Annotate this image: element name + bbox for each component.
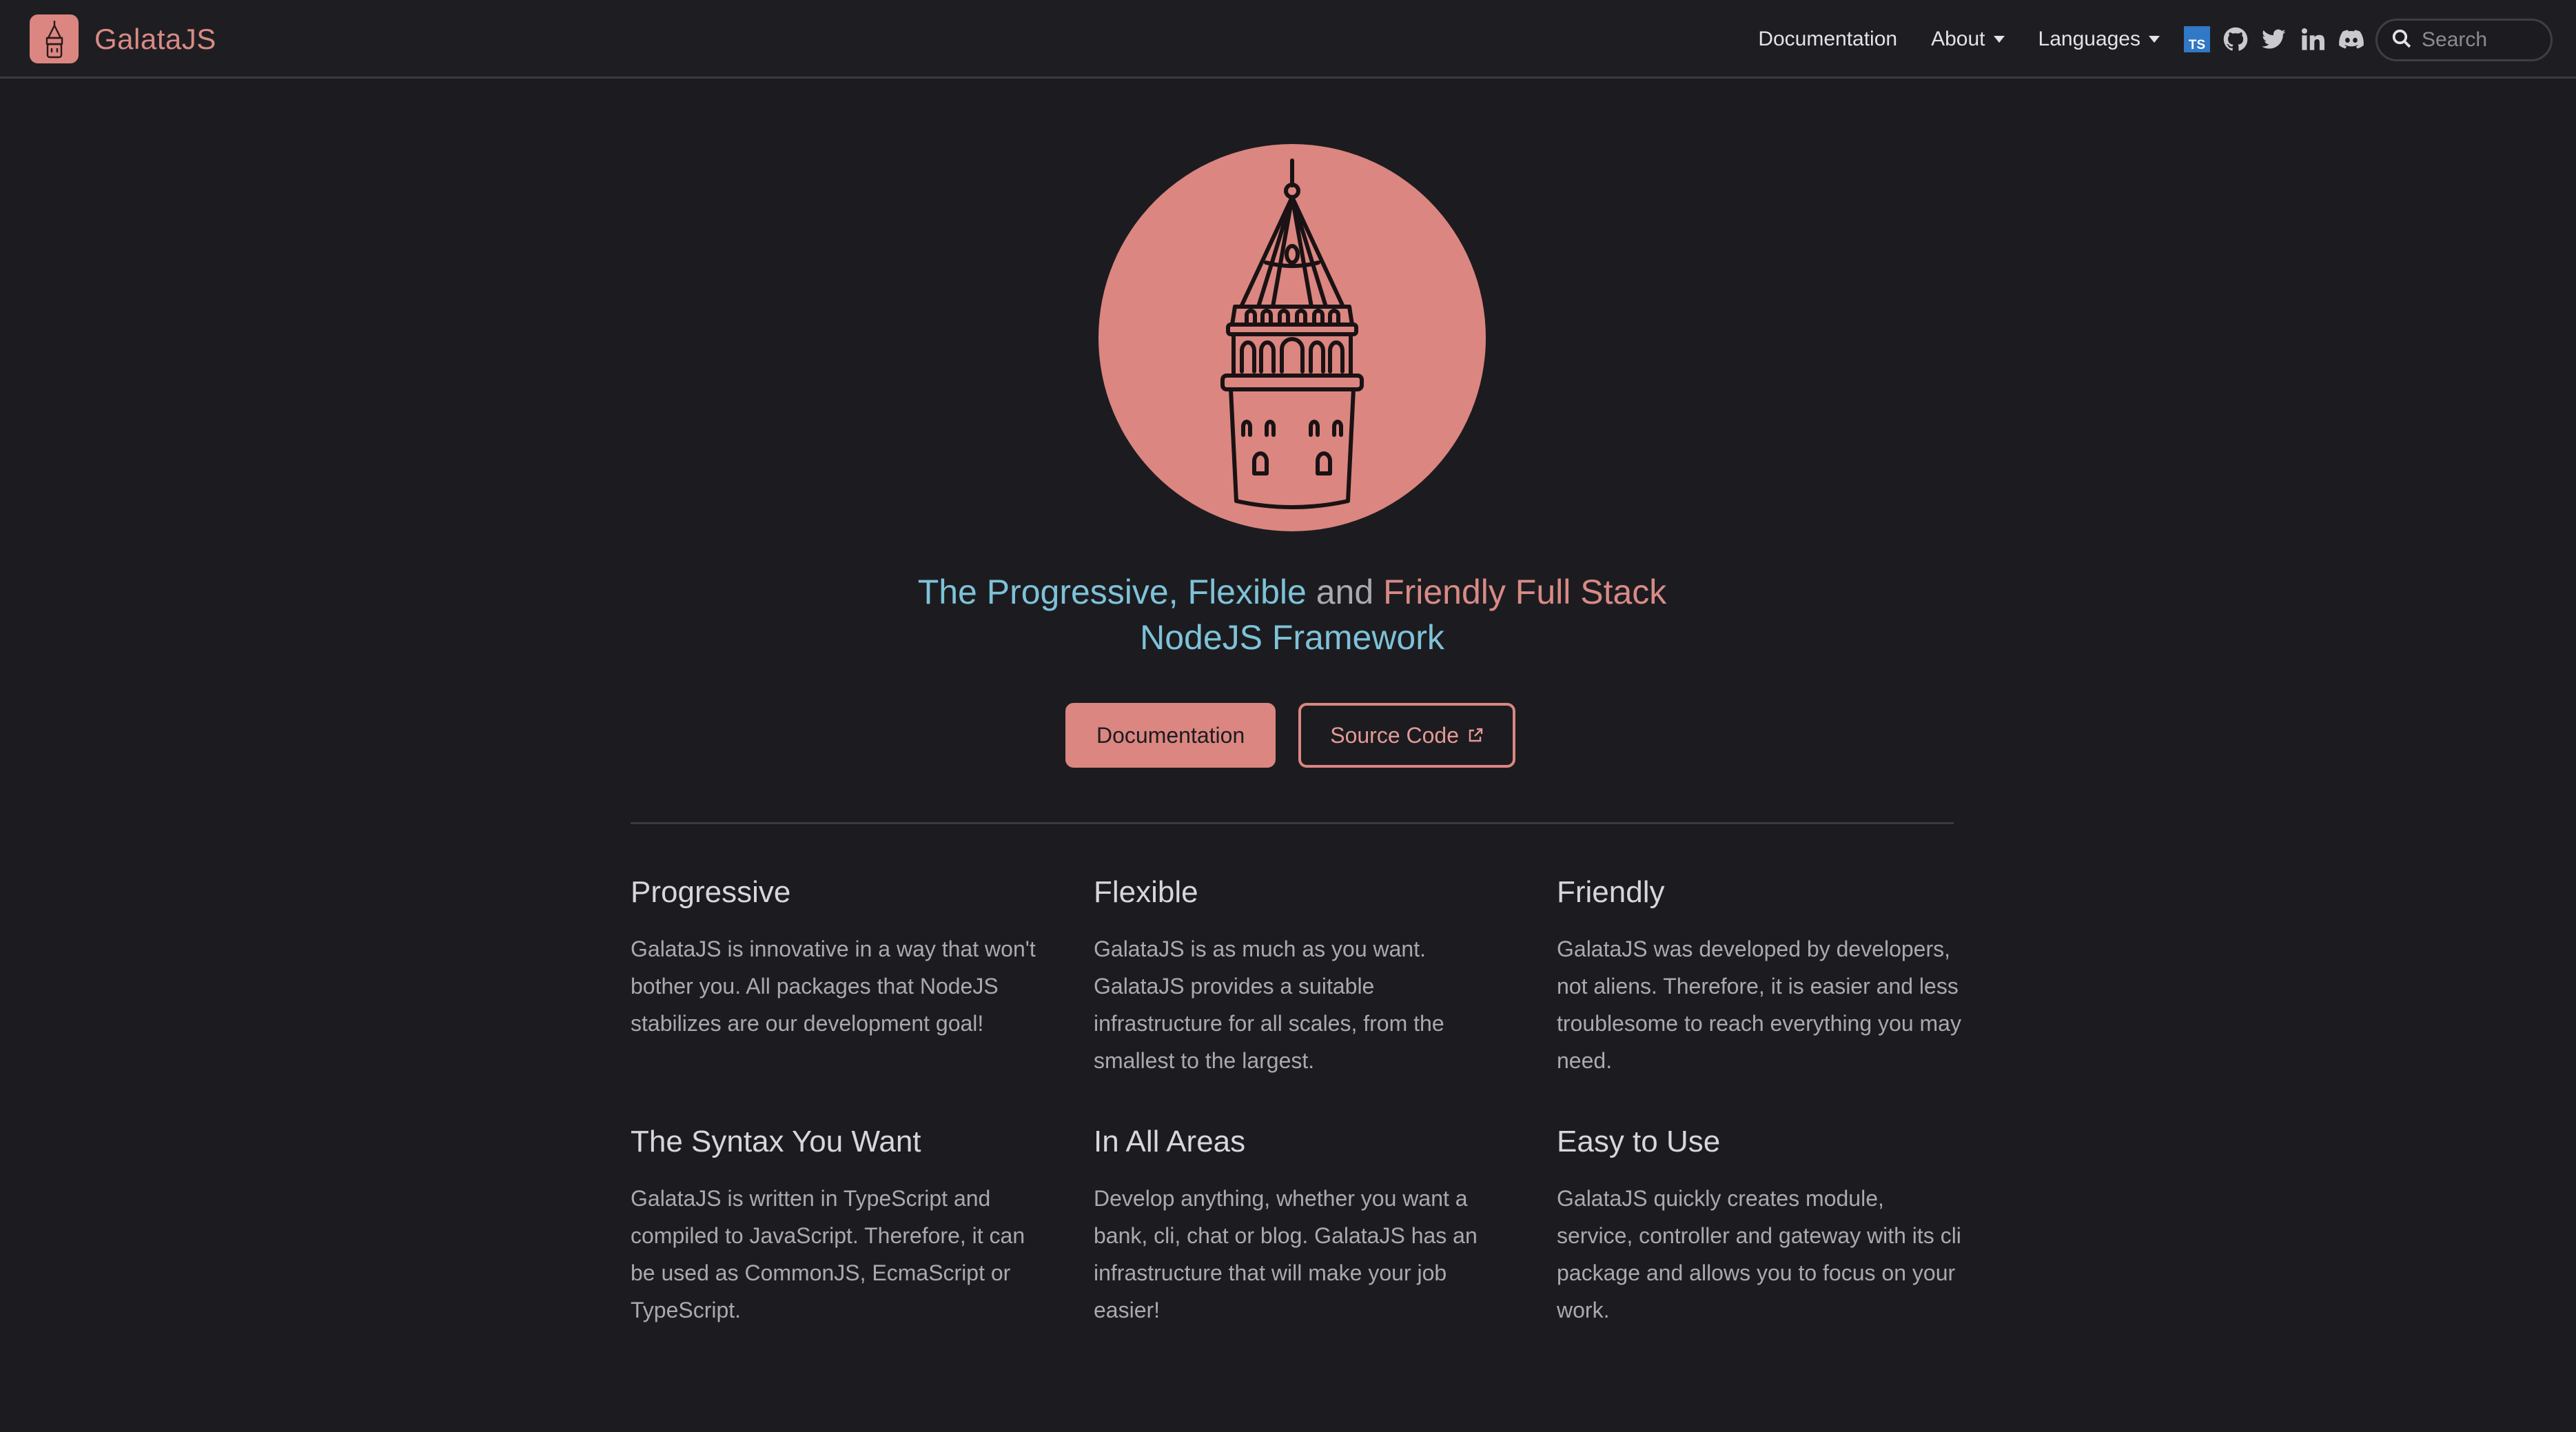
search-input[interactable] [2420,28,2537,52]
twitter-icon[interactable] [2260,25,2288,53]
social-icons: TS [2183,25,2404,53]
source-code-button-label: Source Code [1330,722,1460,748]
feature-title: In All Areas [1094,1125,1246,1158]
feature-title: Flexible [1094,875,1198,909]
brand-name: GalataJS [94,22,216,55]
nav-dropdown-about-label: About [1931,28,1985,50]
discord-icon[interactable] [2338,25,2365,53]
nav-dropdown-about[interactable]: About [1931,28,2005,51]
feature-text: GalataJS is innovative in a way that won… [631,937,1036,1036]
galata-tower-logo-icon [30,14,79,63]
tagline-and: and [1316,573,1374,611]
feature-text: GalataJS quickly creates module, service… [1557,1186,1961,1322]
github-icon[interactable] [2222,25,2249,53]
typescript-icon[interactable]: TS [2183,25,2211,53]
galata-tower-hero-image [1098,144,1486,531]
nav-links: Documentation About Languages TS [1724,0,2404,79]
tagline-friendly: Friendly Full Stack [1383,573,1667,611]
feature-title: Friendly [1557,875,1665,909]
feature-title: The Syntax You Want [631,1125,921,1158]
external-link-icon [1467,727,1484,744]
feature-syntax: The Syntax You Want GalataJS is written … [631,1125,1094,1329]
svg-text:TS: TS [2189,38,2205,52]
nav-link-documentation[interactable]: Documentation [1758,28,1897,51]
feature-title: Easy to Use [1557,1125,1721,1158]
feature-friendly: Friendly GalataJS was developed by devel… [1557,875,1961,1079]
feature-easy-to-use: Easy to Use GalataJS quickly creates mod… [1557,1125,1961,1329]
hero-tagline: The Progressive, Flexible and Friendly F… [827,569,1757,660]
search-box[interactable] [2375,19,2553,61]
nav-dropdown-languages-label: Languages [2038,28,2140,50]
feature-progressive: Progressive GalataJS is innovative in a … [631,875,1094,1079]
documentation-button[interactable]: Documentation [1065,703,1276,768]
feature-flexible: Flexible GalataJS is as much as you want… [1094,875,1557,1079]
linkedin-icon[interactable] [2299,25,2327,53]
brand-home-link[interactable]: GalataJS [30,14,216,63]
hero-actions: Documentation Source Code [1065,703,1516,768]
feature-title: Progressive [631,875,791,909]
tagline-flexible: Flexible [1187,573,1307,611]
caret-down-icon [1993,36,2005,43]
tagline-progressive: The Progressive, [917,573,1178,611]
source-code-button[interactable]: Source Code [1298,703,1516,768]
feature-all-areas: In All Areas Develop anything, whether y… [1094,1125,1557,1329]
nav-dropdown-languages[interactable]: Languages [2038,28,2160,51]
feature-text: Develop anything, whether you want a ban… [1094,1186,1478,1322]
feature-text: GalataJS is as much as you want. GalataJ… [1094,937,1444,1073]
feature-text: GalataJS was developed by developers, no… [1557,937,1961,1073]
navbar: GalataJS Documentation About Languages T… [0,0,2576,79]
tagline-line2: NodeJS Framework [1140,618,1444,657]
search-icon [2391,28,2412,52]
feature-text: GalataJS is written in TypeScript and co… [631,1186,1025,1322]
section-divider [631,822,1954,824]
features-grid: Progressive GalataJS is innovative in a … [631,875,1961,1329]
caret-down-icon [2149,36,2160,43]
